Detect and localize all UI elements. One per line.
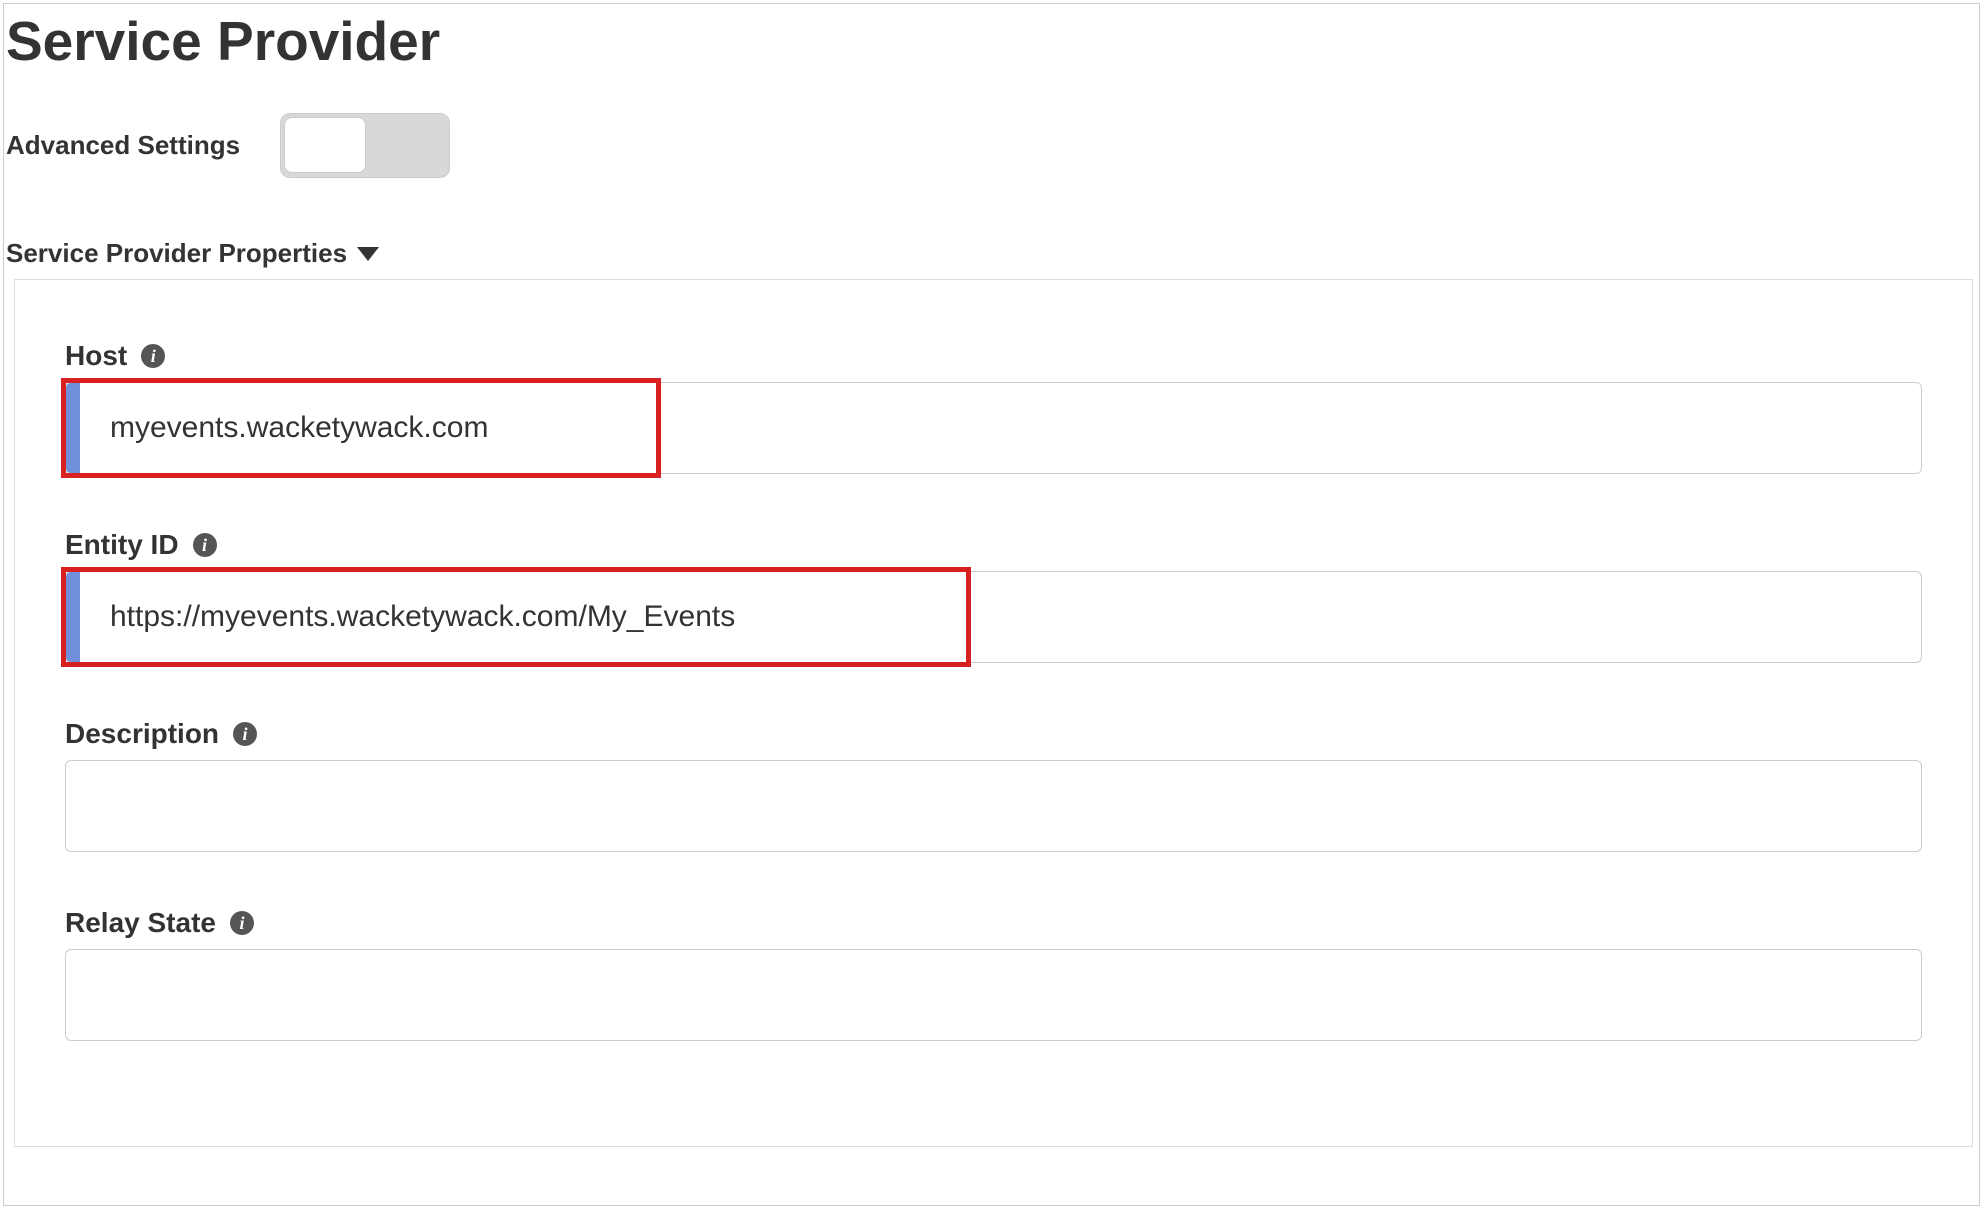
properties-panel: Host i Entity ID i Description [14, 279, 1973, 1147]
description-input[interactable] [65, 760, 1922, 852]
host-field-group: Host i [65, 340, 1922, 474]
advanced-settings-row: Advanced Settings [4, 73, 1979, 178]
caret-down-icon [357, 247, 379, 261]
required-indicator-bar [66, 383, 80, 473]
entity-id-input-wrapper [65, 571, 1922, 663]
host-label: Host [65, 340, 127, 372]
info-icon[interactable]: i [141, 344, 165, 368]
service-provider-page: Service Provider Advanced Settings Servi… [3, 3, 1980, 1206]
host-input[interactable] [80, 383, 1921, 473]
relay-state-label: Relay State [65, 907, 216, 939]
description-label: Description [65, 718, 219, 750]
properties-section-title: Service Provider Properties [6, 238, 347, 269]
entity-id-label: Entity ID [65, 529, 179, 561]
info-icon[interactable]: i [193, 533, 217, 557]
host-label-row: Host i [65, 340, 1922, 372]
host-input-wrapper [65, 382, 1922, 474]
info-icon[interactable]: i [230, 911, 254, 935]
required-indicator-bar [66, 572, 80, 662]
relay-state-input[interactable] [65, 949, 1922, 1041]
relay-state-field-group: Relay State i [65, 907, 1922, 1041]
entity-id-field-group: Entity ID i [65, 529, 1922, 663]
advanced-settings-toggle[interactable] [280, 113, 450, 178]
page-title: Service Provider [4, 4, 1979, 73]
description-field-group: Description i [65, 718, 1922, 852]
description-label-row: Description i [65, 718, 1922, 750]
relay-state-label-row: Relay State i [65, 907, 1922, 939]
info-icon[interactable]: i [233, 722, 257, 746]
toggle-knob [284, 117, 366, 173]
entity-id-label-row: Entity ID i [65, 529, 1922, 561]
properties-section-header[interactable]: Service Provider Properties [4, 178, 1979, 279]
advanced-settings-label: Advanced Settings [6, 130, 240, 161]
entity-id-input[interactable] [80, 572, 1921, 662]
